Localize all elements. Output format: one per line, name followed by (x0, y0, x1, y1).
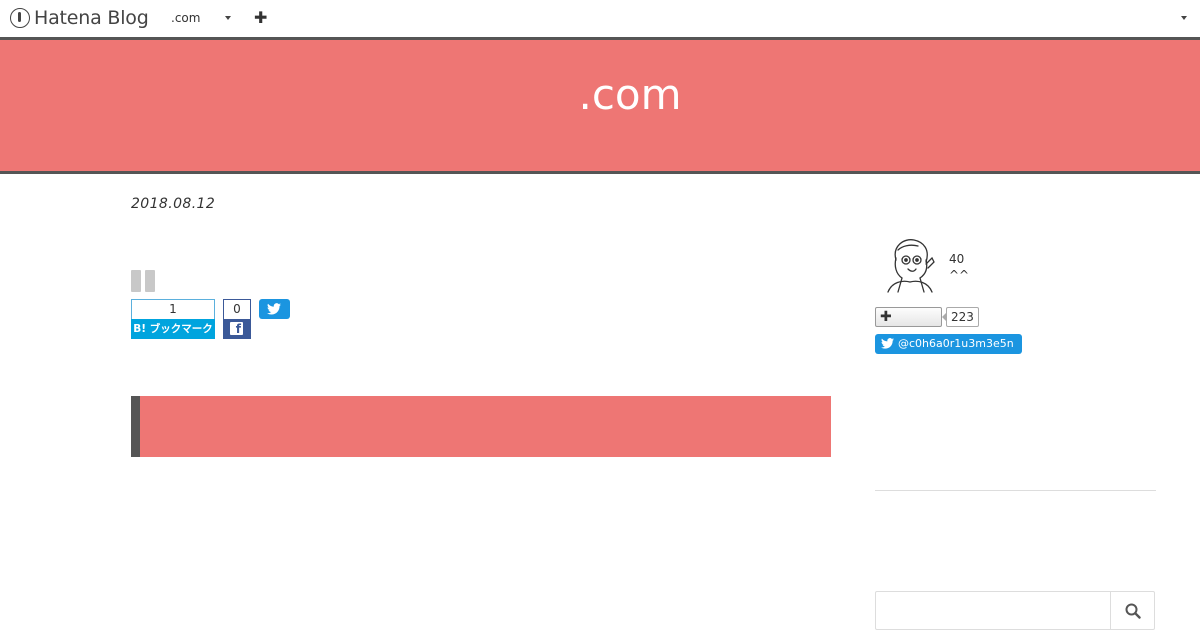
search-input[interactable] (876, 592, 1110, 629)
user-menu-caret-icon[interactable] (1181, 16, 1187, 20)
hatena-logo-icon (10, 8, 30, 28)
logo-text: Hatena Blog (34, 7, 149, 29)
profile-face-text: ^^ (949, 268, 970, 282)
sidebar-divider (875, 490, 1156, 491)
twitter-follow-button[interactable]: @c0h6a0r1u3m3e5n (875, 334, 1022, 354)
global-header: Hatena Blog .com ✚ (0, 0, 1200, 37)
blog-switcher-caret-icon[interactable] (225, 16, 231, 20)
facebook-share-count[interactable]: 0 (223, 299, 251, 319)
hatena-bookmark-count[interactable]: 1 (131, 299, 215, 319)
follow-button[interactable]: ✚ (875, 307, 942, 327)
section-heading-block (131, 396, 831, 457)
search-form (875, 591, 1155, 630)
blog-title[interactable]: .com (0, 70, 1200, 119)
search-button[interactable] (1110, 592, 1154, 629)
twitter-handle: @c0h6a0r1u3m3e5n (898, 337, 1014, 350)
add-entry-plus-icon[interactable]: ✚ (254, 8, 267, 27)
search-icon (1125, 603, 1141, 619)
blog-header: .com (0, 37, 1200, 174)
profile-number: 40 (949, 252, 965, 266)
plus-icon: ✚ (880, 309, 892, 325)
blog-switcher[interactable]: .com (171, 11, 200, 25)
hatena-bookmark-label[interactable]: B! ブックマーク (131, 319, 215, 339)
pause-icon (131, 270, 155, 292)
hatena-blog-logo[interactable]: Hatena Blog (10, 7, 149, 29)
twitter-icon (881, 338, 894, 349)
facebook-icon[interactable]: f (223, 319, 251, 339)
follower-count[interactable]: 223 (942, 307, 979, 327)
tweet-button[interactable] (259, 299, 290, 319)
twitter-icon (267, 303, 281, 315)
profile-avatar[interactable] (882, 236, 938, 294)
facebook-share-button[interactable]: 0 f (223, 299, 251, 339)
entry-date[interactable]: 2018.08.12 (131, 196, 215, 212)
hatena-bookmark-button[interactable]: 1 B! ブックマーク (131, 299, 215, 339)
